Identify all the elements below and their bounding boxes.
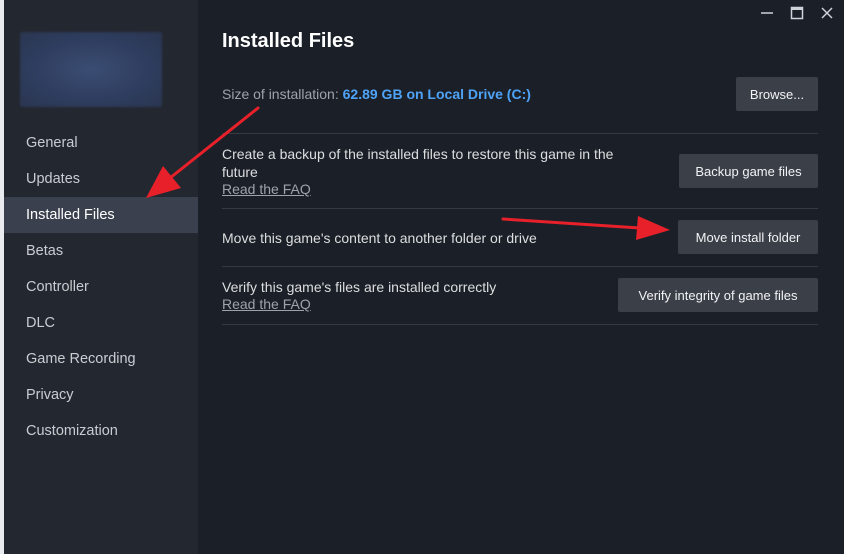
- sidebar-item-game-recording[interactable]: Game Recording: [4, 341, 198, 377]
- size-label: Size of installation:: [222, 86, 339, 102]
- sidebar-item-installed-files[interactable]: Installed Files: [4, 197, 198, 233]
- verify-integrity-button[interactable]: Verify integrity of game files: [618, 278, 818, 312]
- verify-faq-link[interactable]: Read the FAQ: [222, 296, 311, 312]
- maximize-icon[interactable]: [788, 4, 806, 22]
- main-panel: Installed Files Size of installation: 62…: [198, 0, 844, 554]
- move-install-folder-button[interactable]: Move install folder: [678, 220, 818, 254]
- divider: [222, 324, 818, 325]
- size-value-link[interactable]: 62.89 GB on Local Drive (C:): [343, 86, 531, 102]
- sidebar: General Updates Installed Files Betas Co…: [4, 0, 198, 554]
- game-thumbnail: [20, 32, 162, 107]
- backup-faq-link[interactable]: Read the FAQ: [222, 181, 311, 197]
- browse-button[interactable]: Browse...: [736, 77, 818, 111]
- sidebar-item-betas[interactable]: Betas: [4, 233, 198, 269]
- page-title: Installed Files: [222, 30, 355, 52]
- divider: [222, 133, 818, 134]
- sidebar-item-controller[interactable]: Controller: [4, 269, 198, 305]
- sidebar-item-customization[interactable]: Customization: [4, 413, 198, 449]
- installation-size: Size of installation: 62.89 GB on Local …: [222, 86, 531, 102]
- backup-game-files-button[interactable]: Backup game files: [679, 154, 818, 188]
- backup-description-line2: future: [222, 164, 258, 180]
- backup-description-line1: Create a backup of the installed files t…: [222, 146, 614, 162]
- sidebar-nav: General Updates Installed Files Betas Co…: [4, 125, 198, 449]
- verify-description: Verify this game's files are installed c…: [222, 279, 497, 295]
- close-icon[interactable]: [818, 4, 836, 22]
- window-controls: [758, 4, 836, 22]
- divider: [222, 266, 818, 267]
- backup-description: Create a backup of the installed files t…: [222, 145, 613, 181]
- minimize-icon[interactable]: [758, 4, 776, 22]
- move-description: Move this game's content to another fold…: [222, 230, 537, 246]
- sidebar-item-privacy[interactable]: Privacy: [4, 377, 198, 413]
- sidebar-item-updates[interactable]: Updates: [4, 161, 198, 197]
- steam-game-properties-window: General Updates Installed Files Betas Co…: [0, 0, 844, 554]
- divider: [222, 208, 818, 209]
- sidebar-item-dlc[interactable]: DLC: [4, 305, 198, 341]
- sidebar-item-general[interactable]: General: [4, 125, 198, 161]
